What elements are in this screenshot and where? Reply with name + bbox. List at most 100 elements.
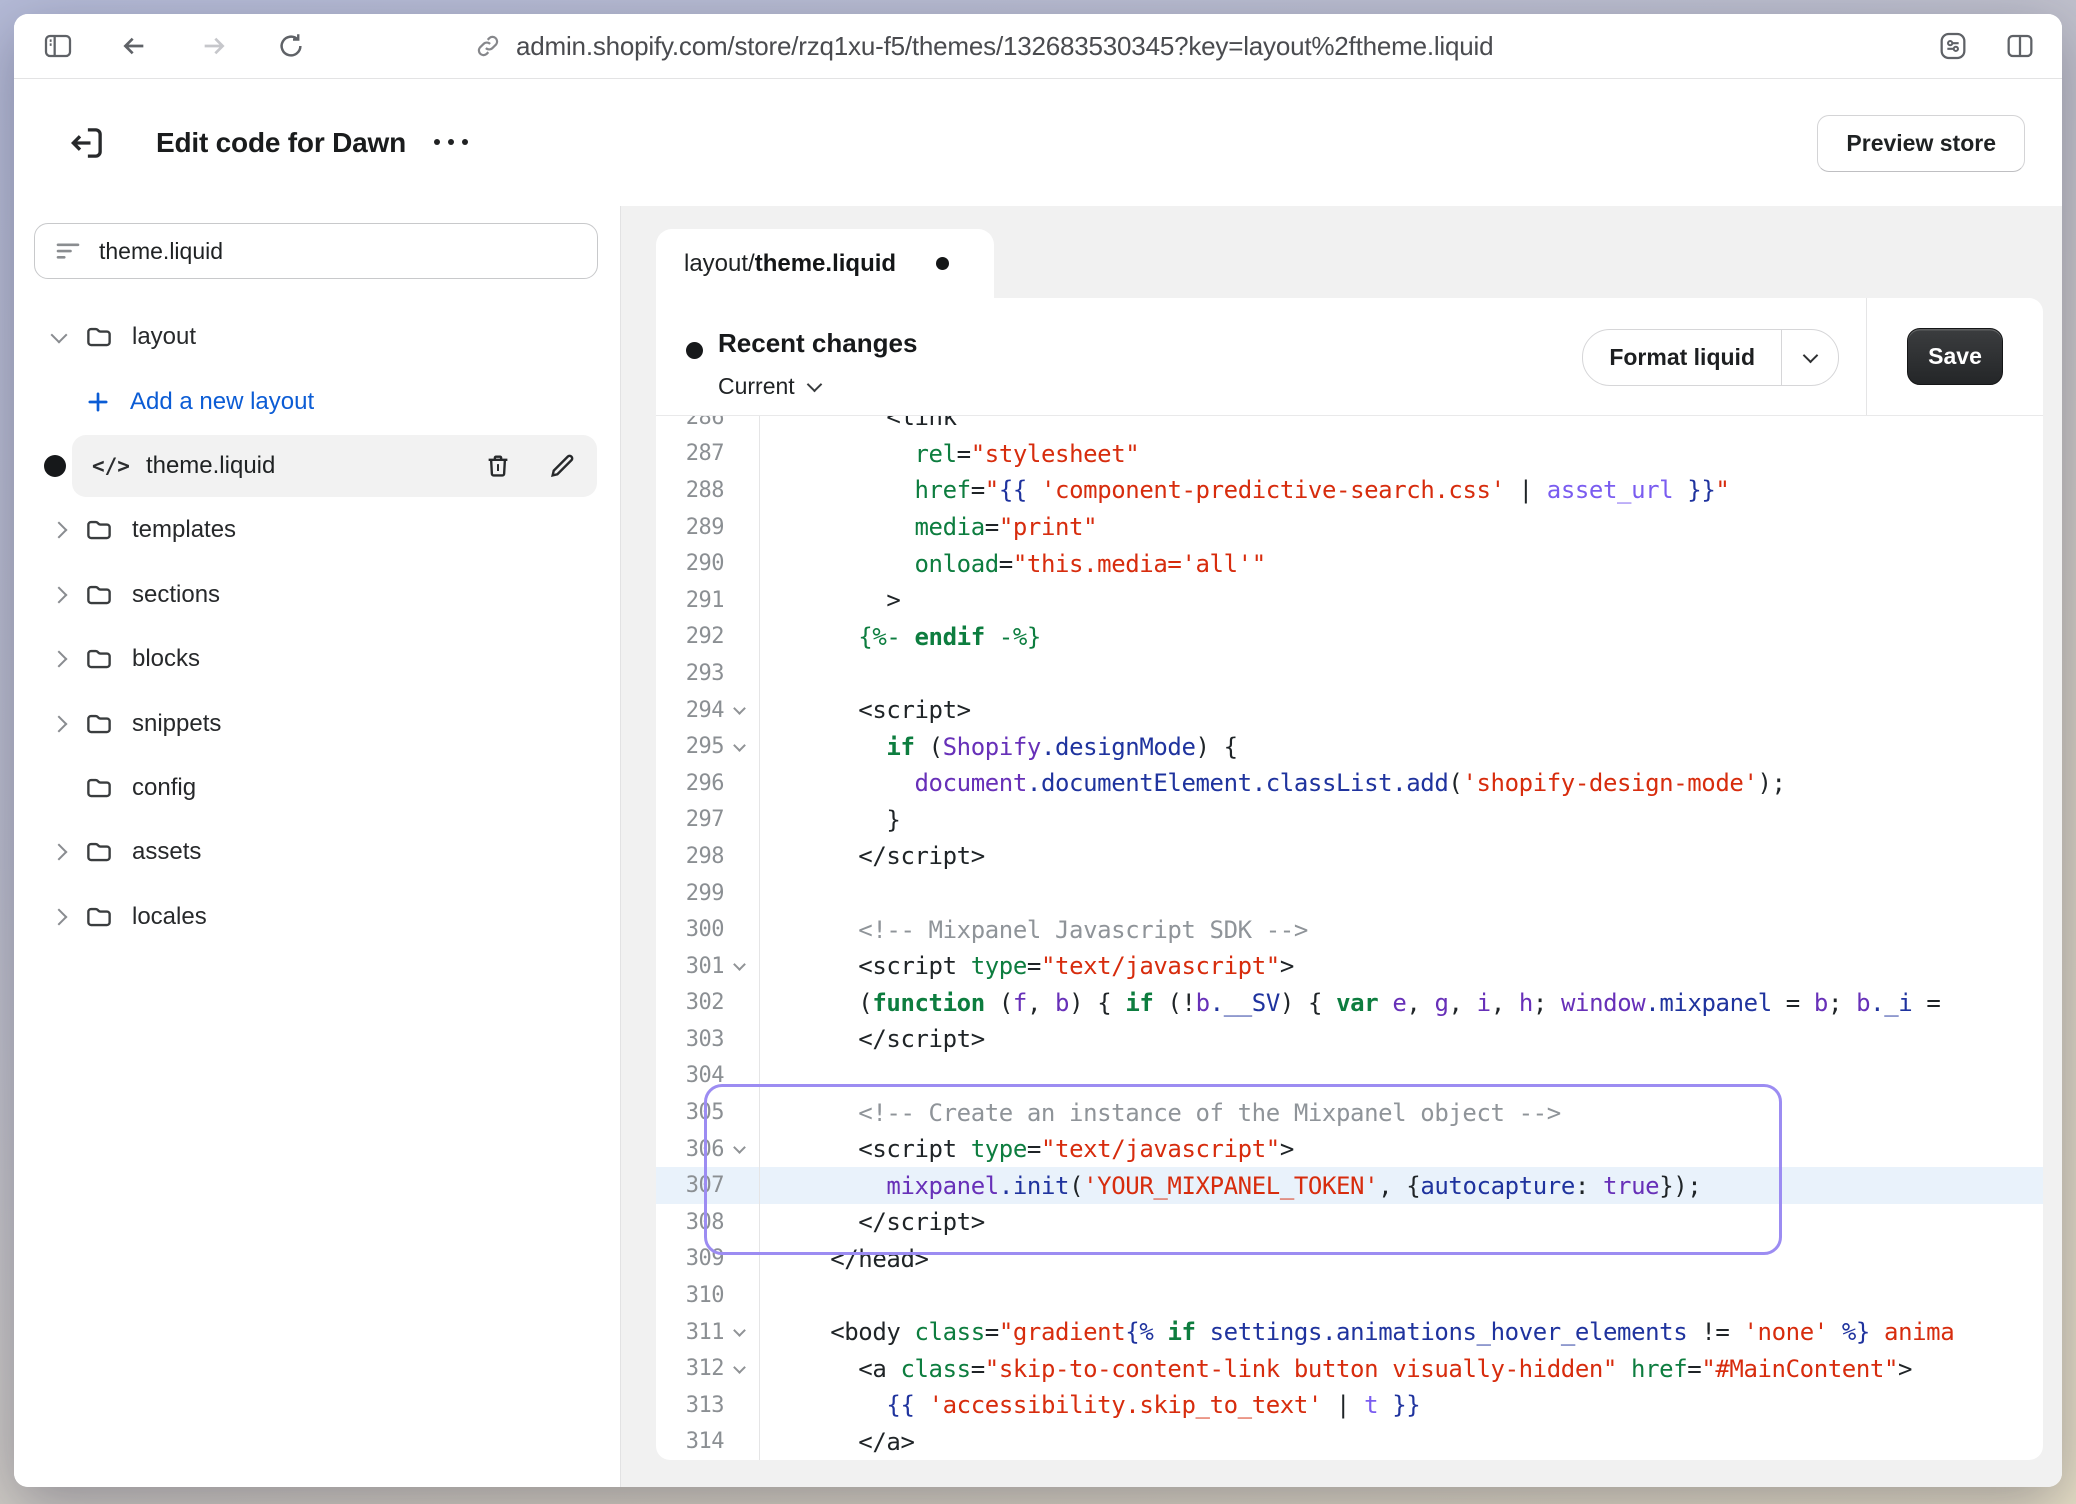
code-line-296[interactable]: 296 document.documentElement.classList.a…: [656, 765, 2043, 802]
code-line-text: </script>: [760, 1025, 985, 1053]
sidebar-item-locales[interactable]: locales: [14, 885, 620, 949]
exit-editor-icon[interactable]: [66, 122, 108, 169]
sidebar-item-layout[interactable]: layout: [14, 305, 620, 369]
sidebar-item-snippets[interactable]: snippets: [14, 691, 620, 755]
code-line-text: <!-- Create an instance of the Mixpanel …: [760, 1099, 1561, 1127]
desktop: admin.shopify.com/store/rzq1xu-f5/themes…: [0, 0, 2076, 1504]
code-line-299[interactable]: 299: [656, 875, 2043, 912]
save-button[interactable]: Save: [1907, 328, 2003, 385]
code-line-306[interactable]: 306 <script type="text/javascript">: [656, 1131, 2043, 1168]
line-number: 314: [656, 1429, 724, 1454]
code-line-text: href="{{ 'component-predictive-search.cs…: [760, 476, 1729, 504]
code-line-300[interactable]: 300 <!-- Mixpanel Javascript SDK -->: [656, 911, 2043, 948]
code-line-287[interactable]: 287 rel="stylesheet": [656, 436, 2043, 473]
line-number: 304: [656, 1063, 724, 1088]
line-number: 303: [656, 1027, 724, 1052]
back-button-icon[interactable]: [118, 30, 150, 62]
line-number: 312: [656, 1356, 724, 1381]
line-number: 307: [656, 1173, 724, 1198]
chevron-down-icon: [1802, 347, 1818, 363]
code-line-301[interactable]: 301 <script type="text/javascript">: [656, 948, 2043, 985]
fold-chevron-icon[interactable]: [733, 739, 746, 752]
code-line-303[interactable]: 303 </script>: [656, 1021, 2043, 1058]
code-line-304[interactable]: 304: [656, 1058, 2043, 1095]
code-line-311[interactable]: 311 <body class="gradient{% if settings.…: [656, 1314, 2043, 1351]
chevron-right-icon: [51, 522, 68, 539]
plus-icon: [84, 388, 112, 416]
code-line-text: {{ 'accessibility.skip_to_text' | t }}: [760, 1391, 1420, 1419]
sidebar-item-theme-liquid[interactable]: </>theme.liquid: [14, 434, 620, 498]
version-dropdown[interactable]: Current: [718, 373, 820, 400]
split-view-icon[interactable]: [2004, 30, 2036, 62]
code-line-302[interactable]: 302 (function (f, b) { if (!b.__SV) { va…: [656, 985, 2043, 1022]
code-line-text: rel="stylesheet": [760, 440, 1139, 468]
code-line-312[interactable]: 312 <a class="skip-to-content-link butto…: [656, 1350, 2043, 1387]
sidebar-action-add-a-new-layout[interactable]: Add a new layout: [14, 369, 620, 433]
code-line-286[interactable]: 286 <link: [656, 416, 2043, 436]
sidebar-item-sections[interactable]: sections: [14, 563, 620, 627]
line-number: 291: [656, 588, 724, 613]
sidebar-item-templates[interactable]: templates: [14, 498, 620, 562]
code-line-293[interactable]: 293: [656, 655, 2043, 692]
fold-chevron-icon[interactable]: [733, 1141, 746, 1154]
code-line-text: document.documentElement.classList.add('…: [760, 769, 1786, 797]
code-line-310[interactable]: 310: [656, 1277, 2043, 1314]
format-liquid-dropdown[interactable]: [1781, 330, 1838, 385]
line-number: 310: [656, 1283, 724, 1308]
sidebar-toggle-icon[interactable]: [42, 30, 74, 62]
fold-chevron-icon[interactable]: [733, 1361, 746, 1374]
code-line-text: <link: [760, 416, 957, 431]
fold-chevron-icon[interactable]: [733, 702, 746, 715]
reload-icon[interactable]: [276, 31, 306, 61]
format-liquid-button[interactable]: Format liquid: [1582, 329, 1839, 386]
code-line-307[interactable]: 307 mixpanel.init('YOUR_MIXPANEL_TOKEN',…: [656, 1167, 2043, 1204]
line-number: 306: [656, 1137, 724, 1162]
code-line-288[interactable]: 288 href="{{ 'component-predictive-searc…: [656, 472, 2043, 509]
selected-file-row[interactable]: </>theme.liquid: [72, 435, 597, 497]
fold-chevron-icon[interactable]: [733, 1324, 746, 1337]
address-bar[interactable]: admin.shopify.com/store/rzq1xu-f5/themes…: [474, 14, 1493, 78]
file-sidebar: theme.liquid layout Add a new layout</>th…: [14, 206, 621, 1487]
code-line-text: (function (f, b) { if (!b.__SV) { var e,…: [760, 989, 1954, 1017]
folder-label: layout: [132, 323, 196, 351]
browser-window: admin.shopify.com/store/rzq1xu-f5/themes…: [14, 14, 2062, 1487]
code-line-290[interactable]: 290 onload="this.media='all'": [656, 545, 2043, 582]
code-editor[interactable]: 286 <link287 rel="stylesheet"288 href="{…: [656, 416, 2043, 1460]
editor-card: Recent changes Current Format liquid: [656, 298, 2043, 1460]
folder-icon: [84, 837, 114, 867]
tab-theme-liquid[interactable]: layout/theme.liquid: [656, 229, 994, 298]
forward-button-icon[interactable]: [198, 30, 230, 62]
code-line-308[interactable]: 308 </script>: [656, 1204, 2043, 1241]
unsaved-dot: [936, 257, 949, 270]
code-line-298[interactable]: 298 </script>: [656, 838, 2043, 875]
sidebar-item-blocks[interactable]: blocks: [14, 627, 620, 691]
code-line-295[interactable]: 295 if (Shopify.designMode) {: [656, 728, 2043, 765]
code-line-291[interactable]: 291 >: [656, 582, 2043, 619]
rename-file-icon[interactable]: [547, 451, 577, 481]
preview-store-button[interactable]: Preview store: [1817, 115, 2025, 172]
delete-file-icon[interactable]: [483, 451, 513, 481]
chevron-down-icon: [806, 376, 822, 392]
code-line-309[interactable]: 309 </head>: [656, 1241, 2043, 1278]
code-line-text: if (Shopify.designMode) {: [760, 733, 1238, 761]
chevron-right-icon: [51, 908, 68, 925]
code-line-text: mixpanel.init('YOUR_MIXPANEL_TOKEN', {au…: [760, 1172, 1701, 1200]
code-line-314[interactable]: 314 </a>: [656, 1424, 2043, 1460]
file-search-input[interactable]: theme.liquid: [34, 223, 598, 279]
code-line-292[interactable]: 292 {%- endif -%}: [656, 619, 2043, 656]
code-line-text: >: [760, 586, 900, 614]
code-line-305[interactable]: 305 <!-- Create an instance of the Mixpa…: [656, 1094, 2043, 1131]
code-line-297[interactable]: 297 }: [656, 802, 2043, 839]
code-line-289[interactable]: 289 media="print": [656, 509, 2043, 546]
recent-changes-title: Recent changes: [718, 328, 917, 359]
folder-label: templates: [132, 516, 236, 544]
fold-chevron-icon[interactable]: [733, 958, 746, 971]
version-label: Current: [718, 373, 795, 400]
sidebar-item-assets[interactable]: assets: [14, 820, 620, 884]
code-line-text: </script>: [760, 842, 985, 870]
page-settings-icon[interactable]: [1936, 29, 1970, 63]
code-line-294[interactable]: 294 <script>: [656, 692, 2043, 729]
more-actions-button[interactable]: [434, 139, 468, 145]
code-line-313[interactable]: 313 {{ 'accessibility.skip_to_text' | t …: [656, 1387, 2043, 1424]
sidebar-item-config[interactable]: config: [14, 756, 620, 820]
